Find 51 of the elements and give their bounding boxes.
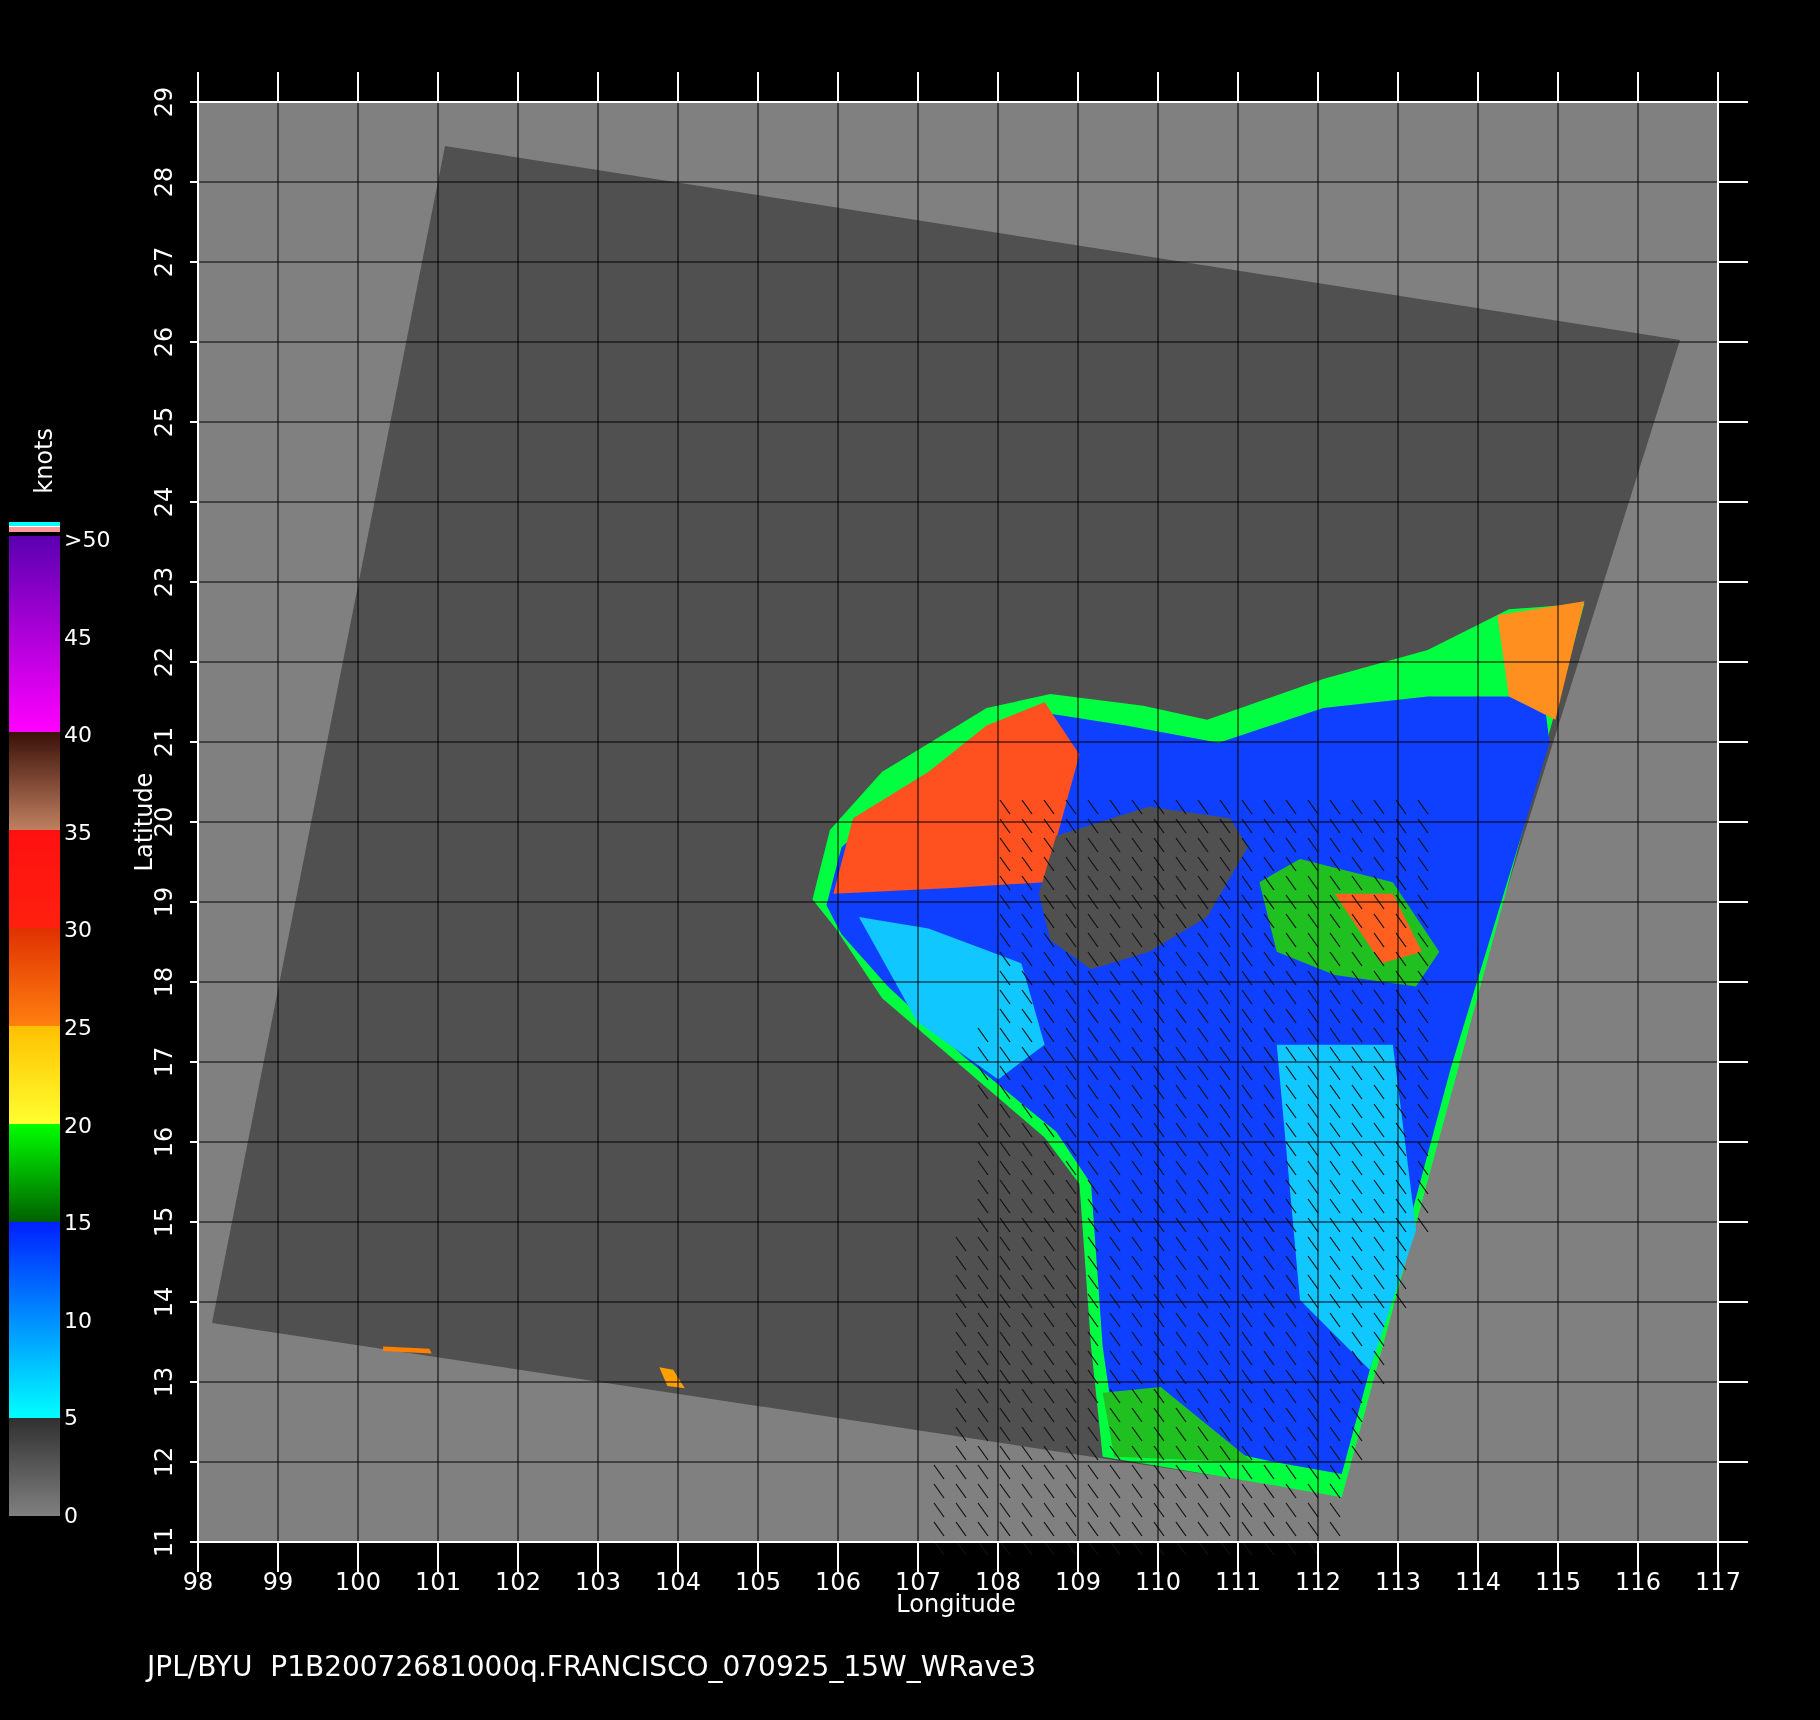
colorbar-label: 35 — [64, 820, 93, 845]
caption: JPL/BYU P1B20072681000q.FRANCISCO_070925_15W_WRave3 — [144, 1649, 1037, 1685]
longitude-tick-label: 103 — [575, 1568, 621, 1596]
latitude-tick-label: 11 — [150, 1526, 178, 1558]
latitude-tick-label: 19 — [150, 886, 178, 918]
longitude-tick-label: 105 — [735, 1568, 781, 1596]
latitude-tick-label: 23 — [150, 566, 178, 598]
colorbar-label: 25 — [64, 1015, 93, 1040]
longitude-tick-label: 110 — [1135, 1568, 1181, 1596]
latitude-tick-label: 17 — [150, 1046, 178, 1078]
longitude-tick-label: 116 — [1615, 1568, 1661, 1596]
latitude-tick-label: 15 — [150, 1206, 178, 1238]
latitude-tick-label: 21 — [150, 726, 178, 758]
longitude-tick-label: 117 — [1695, 1568, 1741, 1596]
colorbar-stripes — [9, 522, 60, 532]
colorbar-label: 10 — [64, 1308, 93, 1333]
colorbar-label: 15 — [64, 1211, 93, 1236]
latitude-tick-label: 14 — [150, 1286, 178, 1318]
longitude-tick-label: 98 — [182, 1568, 214, 1596]
longitude-tick-label: 106 — [815, 1568, 861, 1596]
latitude-tick-label: 27 — [150, 246, 178, 278]
longitude-axis-label: Longitude — [896, 1590, 1016, 1618]
longitude-tick-label: 112 — [1295, 1568, 1341, 1596]
longitude-tick-label: 101 — [415, 1568, 461, 1596]
longitude-tick-label: 99 — [262, 1568, 294, 1596]
colorbar-label: 30 — [64, 918, 93, 943]
colorbar-label: 5 — [64, 1406, 79, 1431]
colorbar-label: 20 — [64, 1113, 93, 1138]
longitude-tick-label: 114 — [1455, 1568, 1501, 1596]
latitude-tick-label: 26 — [150, 326, 178, 358]
latitude-tick-label: 24 — [150, 486, 178, 518]
longitude-tick-label: 115 — [1535, 1568, 1581, 1596]
latitude-tick-label: 28 — [150, 166, 178, 198]
latitude-tick-label: 29 — [150, 86, 178, 118]
colorbar-label: 45 — [64, 625, 93, 650]
latitude-tick-label: 18 — [150, 966, 178, 998]
latitude-tick-label: 22 — [150, 646, 178, 678]
latitude-tick-label: 25 — [150, 406, 178, 438]
longitude-tick-label: 113 — [1375, 1568, 1421, 1596]
colorbar-label: 40 — [64, 723, 93, 748]
latitude-tick-label: 13 — [150, 1366, 178, 1398]
longitude-tick-label: 100 — [335, 1568, 381, 1596]
latitude-tick-label: 16 — [150, 1126, 178, 1158]
colorbar-label: 0 — [64, 1503, 79, 1528]
colorbar-label: >50 — [64, 528, 111, 552]
longitude-tick-label: 104 — [655, 1568, 701, 1596]
longitude-tick-label: 109 — [1055, 1568, 1101, 1596]
colorbar-unit: knots — [30, 428, 58, 494]
latitude-tick-label: 12 — [150, 1446, 178, 1478]
longitude-tick-label: 111 — [1215, 1568, 1261, 1596]
longitude-tick-label: 102 — [495, 1568, 541, 1596]
